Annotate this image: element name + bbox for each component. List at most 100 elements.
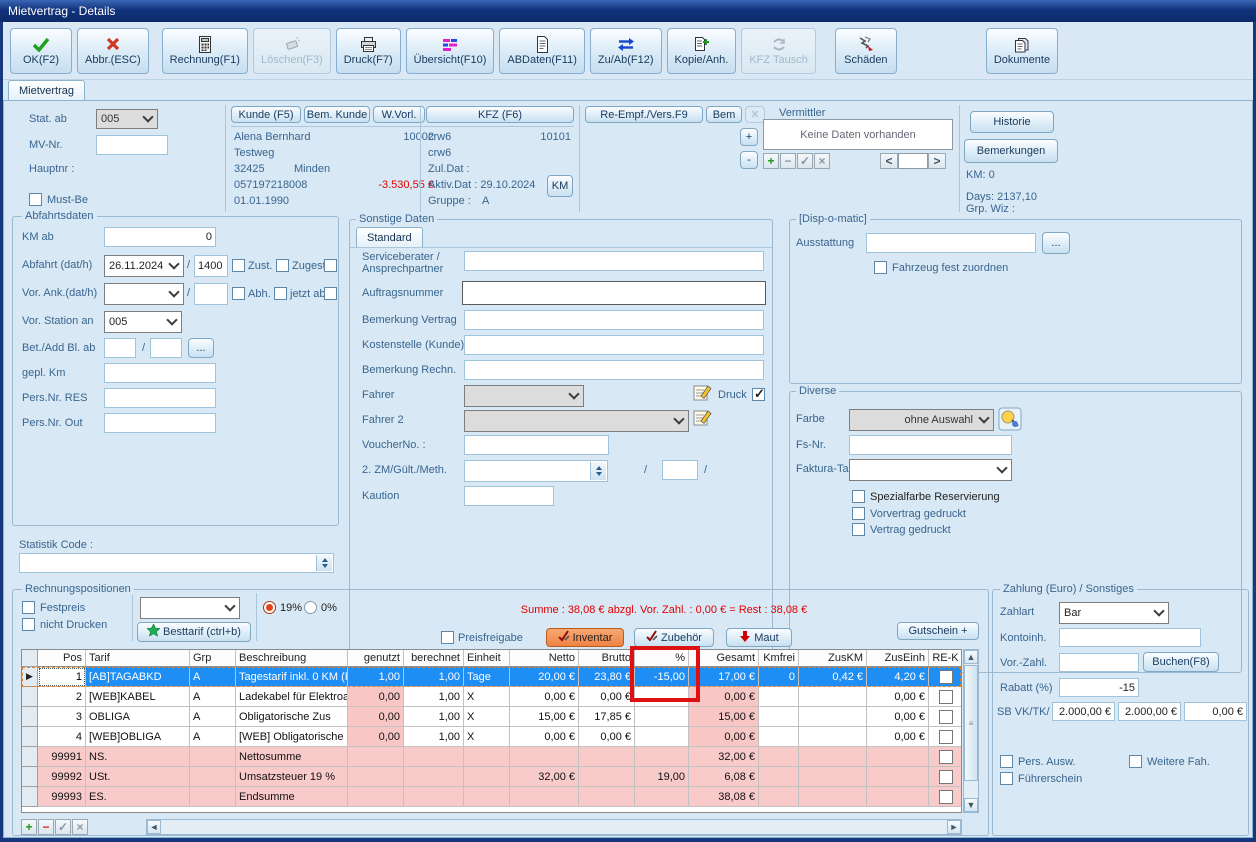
table-cell[interactable]: A (190, 667, 236, 687)
table-cell[interactable] (799, 767, 867, 787)
re-k-checkbox[interactable] (939, 730, 953, 744)
sb-tk-input[interactable] (1118, 702, 1181, 721)
row-selector[interactable]: ▶ (22, 667, 38, 687)
table-cell[interactable]: 0,00 € (867, 727, 929, 747)
column-header-grp[interactable]: Grp (190, 650, 236, 667)
re-k-cell[interactable] (929, 787, 962, 807)
scroll-right-icon[interactable]: ► (947, 820, 961, 834)
spinner-icon[interactable] (590, 462, 606, 480)
farbe-picker-icon[interactable] (998, 407, 1022, 434)
add-icon[interactable]: + (763, 153, 779, 169)
table-cell[interactable]: 0,00 € (689, 727, 759, 747)
voucher-input[interactable] (464, 435, 609, 455)
faktura-tag-select[interactable] (849, 459, 1012, 481)
abfahrt-date-select[interactable]: 26.11.2024 (104, 255, 184, 277)
row-selector-header[interactable] (22, 650, 38, 667)
bemerkungen-button[interactable]: Bemerkungen (964, 139, 1058, 163)
table-cell[interactable]: X (464, 687, 510, 707)
re-k-cell[interactable] (929, 667, 962, 687)
table-cell[interactable]: 0,00 (348, 687, 404, 707)
table-cell[interactable] (635, 687, 689, 707)
column-header-netto[interactable]: Netto (510, 650, 579, 667)
table-cell[interactable]: Obligatorische Zus (236, 707, 348, 727)
fahrzeug-fest-checkbox[interactable] (874, 261, 887, 274)
vor-zahl-input[interactable] (1059, 653, 1139, 672)
vorvertrag-checkbox[interactable] (852, 507, 865, 520)
kopie-anh-button[interactable]: Kopie/Anh. (667, 28, 737, 74)
table-cell[interactable]: 0 (759, 667, 799, 687)
farbe-select[interactable]: ohne Auswahl (849, 409, 994, 431)
bem-kunde-button[interactable]: Bem. Kunde (304, 106, 370, 123)
add-bl-input[interactable] (150, 338, 182, 358)
re-k-checkbox[interactable] (939, 690, 953, 704)
table-cell[interactable] (464, 787, 510, 807)
table-cell[interactable] (579, 787, 635, 807)
kaution-input[interactable] (464, 486, 554, 506)
fahrer-select[interactable] (464, 385, 584, 407)
spezialfarbe-checkbox[interactable] (852, 490, 865, 503)
sb-third-input[interactable] (1184, 702, 1247, 721)
druck-checkbox[interactable] (752, 388, 765, 401)
nav-prev-button[interactable]: < (880, 153, 898, 169)
fahrer2-edit-icon[interactable] (692, 407, 714, 432)
rabatt-input[interactable] (1059, 678, 1139, 697)
column-header-kmfrei[interactable]: Kmfrei (759, 650, 799, 667)
cancel-edit-icon[interactable]: × (814, 153, 830, 169)
table-cell[interactable]: 32,00 € (510, 767, 579, 787)
kfz-tausch-button[interactable]: KFZ Tausch (741, 28, 816, 74)
zm-input[interactable] (464, 460, 608, 482)
table-cell[interactable]: 38,08 € (689, 787, 759, 807)
column-header-berechnet[interactable]: berechnet (404, 650, 464, 667)
zahlart-select[interactable]: Bar (1059, 602, 1169, 624)
re-k-checkbox[interactable] (939, 670, 953, 684)
inventar-button[interactable]: Inventar (546, 628, 624, 647)
bet-input[interactable] (104, 338, 136, 358)
table-cell[interactable]: Tagestarif inkl. 0 KM (Rat (236, 667, 348, 687)
jetzt-abh-checkbox[interactable] (324, 287, 337, 300)
pers-ausw-checkbox[interactable] (1000, 755, 1013, 768)
re-k-checkbox[interactable] (939, 710, 953, 724)
buchen-button[interactable]: Buchen(F8) (1143, 652, 1219, 672)
table-cell[interactable]: 99993 (38, 787, 86, 807)
table-cell[interactable]: 6,08 € (689, 767, 759, 787)
table-cell[interactable]: USt. (86, 767, 190, 787)
column-header--[interactable]: % (635, 650, 689, 667)
table-cell[interactable]: 17,00 € (689, 667, 759, 687)
dokumente-button[interactable]: Dokumente (986, 28, 1058, 74)
table-cell[interactable] (799, 747, 867, 767)
vermittler-minus-button[interactable]: - (740, 151, 758, 169)
table-cell[interactable]: 15,00 € (689, 707, 759, 727)
column-header-pos[interactable]: Pos (38, 650, 86, 667)
table-cell[interactable]: 0,00 (348, 727, 404, 747)
tab-mietvertrag[interactable]: Mietvertrag (8, 80, 85, 101)
re-k-cell[interactable] (929, 707, 962, 727)
table-cell[interactable]: [WEB]OBLIGA (86, 727, 190, 747)
confirm-icon[interactable]: ✓ (797, 153, 813, 169)
column-header-gesamt[interactable]: Gesamt (689, 650, 759, 667)
tab-standard[interactable]: Standard (356, 227, 423, 248)
re-k-checkbox[interactable] (939, 750, 953, 764)
table-cell[interactable]: Ladekabel für Elektroauto (236, 687, 348, 707)
abdaten-button[interactable]: ABDaten(F11) (499, 28, 585, 74)
scrollbar-thumb[interactable]: ≡ (964, 665, 978, 781)
vat-19-radio[interactable] (263, 601, 276, 614)
table-cell[interactable] (635, 787, 689, 807)
table-cell[interactable] (867, 767, 929, 787)
must-be-checkbox[interactable] (29, 193, 42, 206)
scroll-up-icon[interactable]: ▲ (964, 650, 978, 664)
table-cell[interactable]: 0,00 € (510, 687, 579, 707)
vat-0-radio[interactable] (304, 601, 317, 614)
abort-button[interactable]: Abbr.(ESC) (77, 28, 149, 74)
table-cell[interactable]: 1,00 (404, 707, 464, 727)
table-cell[interactable]: 0,00 € (867, 707, 929, 727)
table-cell[interactable]: 20,00 € (510, 667, 579, 687)
table-cell[interactable]: A (190, 707, 236, 727)
kfz-button[interactable]: KFZ (F6) (426, 106, 574, 123)
table-cell[interactable]: [WEB]KABEL (86, 687, 190, 707)
column-header-genutzt[interactable]: genutzt (348, 650, 404, 667)
table-cell[interactable] (348, 767, 404, 787)
table-cell[interactable] (579, 747, 635, 767)
pers-out-input[interactable] (104, 413, 216, 433)
row-selector[interactable] (22, 727, 38, 747)
table-cell[interactable]: 0,00 € (689, 687, 759, 707)
